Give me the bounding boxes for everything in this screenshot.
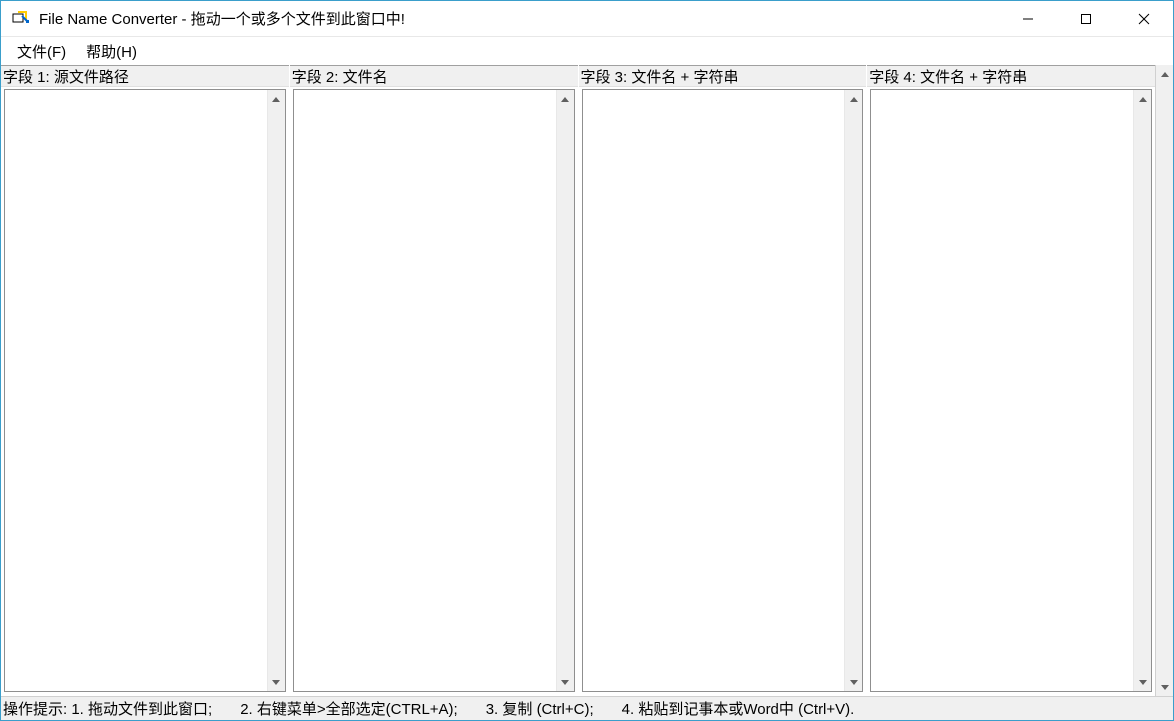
column-1: 字段 1: 源文件路径 bbox=[1, 65, 290, 696]
menu-file[interactable]: 文件(F) bbox=[7, 37, 76, 66]
column-textarea-2[interactable] bbox=[294, 90, 556, 691]
scroll-down-icon[interactable] bbox=[557, 673, 574, 691]
scroll-up-icon[interactable] bbox=[557, 90, 574, 108]
status-hint-4: 4. 粘贴到记事本或Word中 (Ctrl+V). bbox=[622, 698, 855, 719]
column-scrollbar-2[interactable] bbox=[556, 90, 574, 691]
app-icon bbox=[11, 9, 31, 29]
status-hint-3: 3. 复制 (Ctrl+C); bbox=[486, 698, 594, 719]
maximize-button[interactable] bbox=[1057, 1, 1115, 36]
main-vertical-scrollbar[interactable] bbox=[1155, 65, 1173, 696]
column-body-4 bbox=[870, 89, 1152, 692]
column-textarea-4[interactable] bbox=[871, 90, 1133, 691]
app-window: File Name Converter - 拖动一个或多个文件到此窗口中! 文件… bbox=[0, 0, 1174, 721]
column-body-1 bbox=[4, 89, 286, 692]
column-header-3: 字段 3: 文件名 + 字符串 bbox=[579, 65, 867, 87]
scroll-up-icon[interactable] bbox=[1134, 90, 1151, 108]
status-hint-2: 2. 右键菜单>全部选定(CTRL+A); bbox=[240, 698, 458, 719]
scroll-up-icon[interactable] bbox=[845, 90, 862, 108]
menu-help[interactable]: 帮助(H) bbox=[76, 37, 147, 66]
column-body-3 bbox=[582, 89, 864, 692]
scroll-down-icon[interactable] bbox=[845, 673, 862, 691]
column-4: 字段 4: 文件名 + 字符串 bbox=[867, 65, 1155, 696]
scroll-down-icon[interactable] bbox=[1156, 678, 1173, 696]
column-body-2 bbox=[293, 89, 575, 692]
titlebar[interactable]: File Name Converter - 拖动一个或多个文件到此窗口中! bbox=[1, 1, 1173, 37]
statusbar: 操作提示: 1. 拖动文件到此窗口; 2. 右键菜单>全部选定(CTRL+A);… bbox=[1, 696, 1173, 720]
column-scrollbar-4[interactable] bbox=[1133, 90, 1151, 691]
scroll-up-icon[interactable] bbox=[1156, 65, 1173, 83]
column-3: 字段 3: 文件名 + 字符串 bbox=[579, 65, 868, 696]
column-scrollbar-1[interactable] bbox=[267, 90, 285, 691]
scroll-down-icon[interactable] bbox=[268, 673, 285, 691]
scroll-down-icon[interactable] bbox=[1134, 673, 1151, 691]
window-title: File Name Converter - 拖动一个或多个文件到此窗口中! bbox=[39, 8, 999, 29]
columns-container: 字段 1: 源文件路径 字段 2: 文件名 bbox=[1, 65, 1155, 696]
menubar: 文件(F) 帮助(H) bbox=[1, 37, 1173, 65]
window-controls bbox=[999, 1, 1173, 36]
column-textarea-3[interactable] bbox=[583, 90, 845, 691]
status-hint-1: 操作提示: 1. 拖动文件到此窗口; bbox=[3, 698, 212, 719]
columns-area: 字段 1: 源文件路径 字段 2: 文件名 bbox=[1, 65, 1173, 696]
scroll-track[interactable] bbox=[1156, 83, 1173, 678]
column-scrollbar-3[interactable] bbox=[844, 90, 862, 691]
column-header-2: 字段 2: 文件名 bbox=[290, 65, 578, 87]
column-header-4: 字段 4: 文件名 + 字符串 bbox=[867, 65, 1155, 87]
column-textarea-1[interactable] bbox=[5, 90, 267, 691]
close-button[interactable] bbox=[1115, 1, 1173, 36]
scroll-up-icon[interactable] bbox=[268, 90, 285, 108]
column-2: 字段 2: 文件名 bbox=[290, 65, 579, 696]
minimize-button[interactable] bbox=[999, 1, 1057, 36]
column-header-1: 字段 1: 源文件路径 bbox=[1, 65, 289, 87]
